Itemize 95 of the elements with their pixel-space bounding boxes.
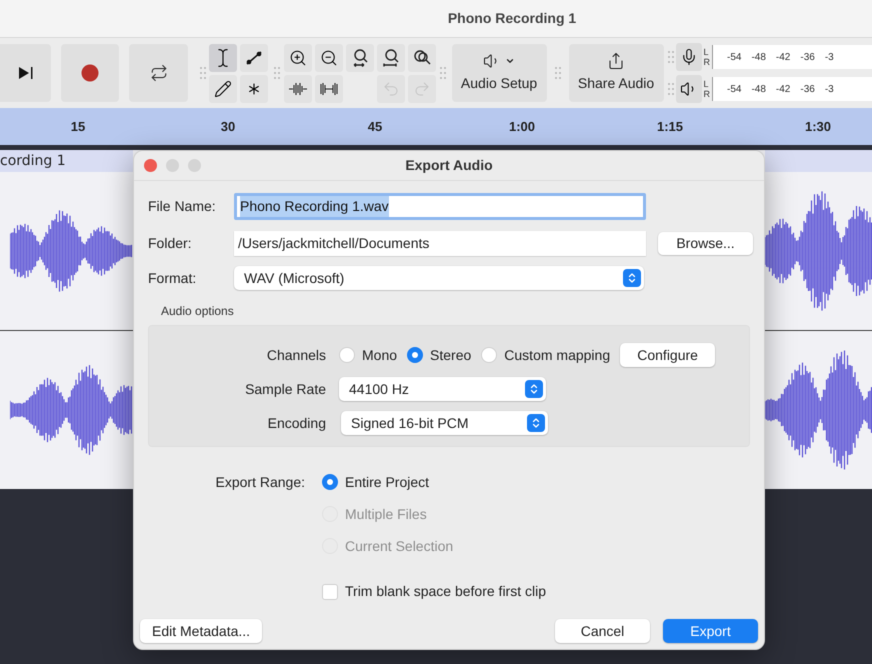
radio-label: Mono [362, 346, 398, 364]
radio-button[interactable] [481, 347, 498, 363]
tool-button[interactable] [240, 44, 268, 72]
ruler-label: 1:00 [508, 118, 536, 136]
ruler-label: 15 [70, 118, 86, 136]
stepper-icon [527, 414, 545, 432]
radio-label: Current Selection [345, 537, 454, 555]
dialog-title: Export Audio [405, 156, 493, 175]
radio-button[interactable] [322, 474, 338, 490]
option-label: Encoding [266, 414, 326, 433]
undo-icon [382, 80, 400, 98]
meter-tick-label: -48 [751, 82, 766, 96]
grip-icon[interactable] [440, 66, 446, 80]
field-label: File Name: [148, 197, 217, 216]
file-name-field[interactable]: Phono Recording 1.wav [234, 193, 646, 220]
ruler-label: 1:30 [804, 118, 832, 136]
meter-tick-label: -3 [824, 82, 834, 96]
field-label: Folder: [148, 234, 193, 253]
meter-button[interactable] [676, 43, 702, 71]
level-meter[interactable]: -54 -48 -42 -36 -3 [712, 45, 872, 69]
tool-button[interactable] [208, 44, 237, 72]
edit-button[interactable] [284, 74, 312, 102]
share-icon [607, 52, 626, 70]
skip-to-end-icon [18, 66, 34, 80]
loop-icon [150, 64, 168, 82]
option-label: Sample Rate [244, 380, 326, 399]
channel-label: R [704, 57, 710, 67]
tool-button[interactable] [208, 74, 237, 102]
share-audio-button[interactable]: Share Audio [568, 44, 664, 102]
radio-label: Multiple Files [345, 505, 427, 523]
window-title: Phono Recording 1 [448, 9, 576, 28]
radio-button[interactable] [407, 347, 424, 363]
grip-icon[interactable] [200, 66, 206, 80]
record-icon [81, 64, 100, 82]
section-title: Audio options [161, 303, 235, 320]
grip-icon[interactable] [668, 50, 674, 64]
meter-tick-label: -42 [776, 50, 790, 64]
dropdown-caret-icon [505, 56, 516, 66]
folder-field[interactable]: /Users/jackmitchell/Documents [234, 231, 646, 256]
meter-tick-label: -36 [800, 82, 815, 96]
ruler-label: 30 [220, 118, 236, 136]
zoom-button[interactable] [314, 44, 343, 72]
channel-label: L [704, 79, 710, 89]
radio-label: Entire Project [345, 473, 430, 491]
level-meter[interactable]: -54 -48 -42 -36 -3 [712, 77, 872, 101]
zoom-button[interactable] [376, 44, 405, 72]
channel-label: R [704, 89, 710, 99]
tool-button[interactable] [240, 74, 268, 102]
close-button[interactable] [144, 159, 157, 172]
zoom-button[interactable] [346, 44, 374, 72]
radio-label: Custom mapping [504, 346, 610, 365]
meter-tick-label: -54 [727, 50, 742, 64]
checkbox-label: Trim blank space before first clip [345, 582, 546, 601]
field-label: Format: [148, 268, 198, 288]
cancel-button[interactable]: Cancel [555, 619, 650, 643]
meter-tick-label: -48 [751, 50, 766, 64]
zoom-in-icon [288, 48, 307, 66]
channel-label: L [704, 47, 710, 57]
radio-button[interactable] [339, 347, 355, 363]
pencil-icon [214, 80, 232, 98]
export-button[interactable]: Export [663, 619, 758, 643]
sample-rate-select[interactable]: 44100 Hz [339, 377, 546, 401]
stepper-icon [525, 380, 543, 398]
grip-icon[interactable] [274, 66, 280, 80]
configure-button[interactable]: Configure [620, 343, 716, 367]
format-select[interactable]: WAV (Microsoft) [234, 266, 644, 290]
grip-icon[interactable] [554, 66, 561, 80]
option-label: Channels [266, 346, 326, 364]
zoom-button[interactable] [408, 44, 436, 72]
audio-setup-button[interactable]: Audio Setup [452, 44, 547, 102]
silence-audio-icon [318, 82, 339, 96]
encoding-select[interactable]: Signed 16-bit PCM [341, 411, 548, 435]
zoom-button[interactable] [284, 44, 312, 72]
zoom-out-icon [320, 48, 338, 66]
record-button[interactable] [61, 44, 120, 102]
ruler-label: 45 [368, 118, 382, 136]
browse-button[interactable]: Browse... [658, 232, 753, 255]
fit-project-icon [380, 48, 401, 68]
radio-label: Stereo [430, 346, 472, 364]
edit-button[interactable] [314, 74, 343, 102]
option-label: Export Range: [214, 473, 305, 492]
track-name: cording 1 [0, 152, 66, 170]
redo-icon [412, 80, 431, 98]
skip-to-end-button[interactable] [0, 44, 52, 102]
meter-tick-label: -36 [800, 50, 815, 64]
meter-tick-label: -3 [824, 50, 834, 64]
edit-metadata-button[interactable]: Edit Metadata... [140, 619, 262, 643]
meter-button[interactable] [676, 75, 702, 103]
checkbox[interactable] [322, 584, 338, 600]
trim-audio-icon [288, 82, 308, 96]
meter-tick-label: -42 [776, 82, 790, 96]
meter-tick-label: -54 [727, 82, 742, 96]
stepper-icon [623, 269, 641, 287]
grip-icon[interactable] [668, 82, 674, 96]
ruler-label: 1:15 [656, 118, 684, 136]
